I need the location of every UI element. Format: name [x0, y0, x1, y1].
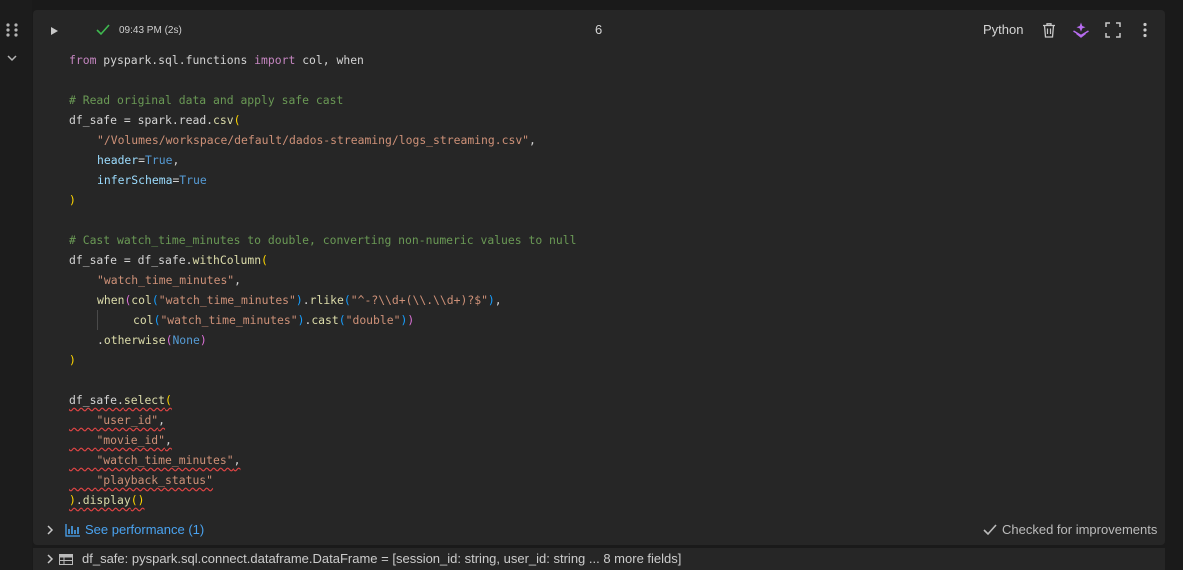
see-performance-link[interactable]: See performance (1): [85, 522, 204, 538]
code-line: "watch_time_minutes",: [96, 453, 241, 467]
drag-handle-icon[interactable]: [5, 22, 19, 38]
improvements-check-icon: [983, 524, 997, 536]
bar-chart-icon: [65, 524, 80, 537]
improvements-status: Checked for improvements: [1002, 522, 1158, 537]
expand-performance-chevron-icon[interactable]: [45, 524, 55, 536]
expand-result-chevron-icon[interactable]: [45, 553, 55, 565]
cell-number: 6: [595, 22, 603, 37]
trash-icon[interactable]: [1040, 21, 1058, 39]
code-line: .otherwise(None): [97, 333, 207, 347]
code-line: header=True,: [97, 153, 180, 167]
run-cell-icon[interactable]: [47, 24, 61, 38]
code-line: when(col("watch_time_minutes").rlike("^-…: [97, 293, 502, 307]
indent-guide: [97, 310, 98, 330]
cell-header: 09:43 PM (2s) 6 Python: [33, 10, 1165, 50]
performance-row: See performance (1) Checked for improvem…: [33, 520, 1165, 540]
code-line: ): [69, 353, 76, 367]
code-line: df_safe = spark.read.csv(: [69, 113, 241, 127]
code-line: ).display(): [69, 493, 145, 507]
code-line: df_safe = df_safe.withColumn(: [69, 253, 268, 267]
run-timestamp: 09:43 PM (2s): [119, 25, 182, 36]
code-line: col("watch_time_minutes").cast("double")…: [69, 310, 1149, 330]
code-line: # Cast watch_time_minutes to double, con…: [69, 233, 577, 247]
dataframe-result-row: df_safe: pyspark.sql.connect.dataframe.D…: [33, 548, 1165, 570]
code-line: from pyspark.sql.functions import col, w…: [69, 53, 364, 67]
run-success-check-icon: [96, 24, 110, 36]
language-selector[interactable]: Python: [983, 22, 1023, 38]
assistant-sparkle-icon[interactable]: [1072, 21, 1090, 39]
code-line: "movie_id",: [96, 433, 172, 447]
more-options-icon[interactable]: [1136, 21, 1154, 39]
code-line: df_safe.select(: [69, 393, 172, 407]
notebook-cell: 09:43 PM (2s) 6 Python from pyspark.sql.…: [33, 10, 1165, 545]
code-line: "watch_time_minutes",: [97, 273, 242, 287]
code-line: # Read original data and apply safe cast: [69, 93, 344, 107]
table-icon: [59, 554, 73, 565]
dataframe-schema-summary: df_safe: pyspark.sql.connect.dataframe.D…: [82, 551, 682, 566]
code-line: "playback_status": [96, 473, 214, 487]
code-line: "/Volumes/workspace/default/dados-stream…: [97, 133, 536, 147]
code-line: ): [69, 193, 76, 207]
cell-gutter: [0, 0, 32, 570]
code-line: inferSchema=True: [97, 173, 207, 187]
code-editor[interactable]: from pyspark.sql.functions import col, w…: [69, 50, 1149, 510]
fullscreen-icon[interactable]: [1104, 21, 1122, 39]
collapse-cell-chevron-icon[interactable]: [5, 52, 19, 64]
code-line: "user_id",: [96, 413, 166, 427]
